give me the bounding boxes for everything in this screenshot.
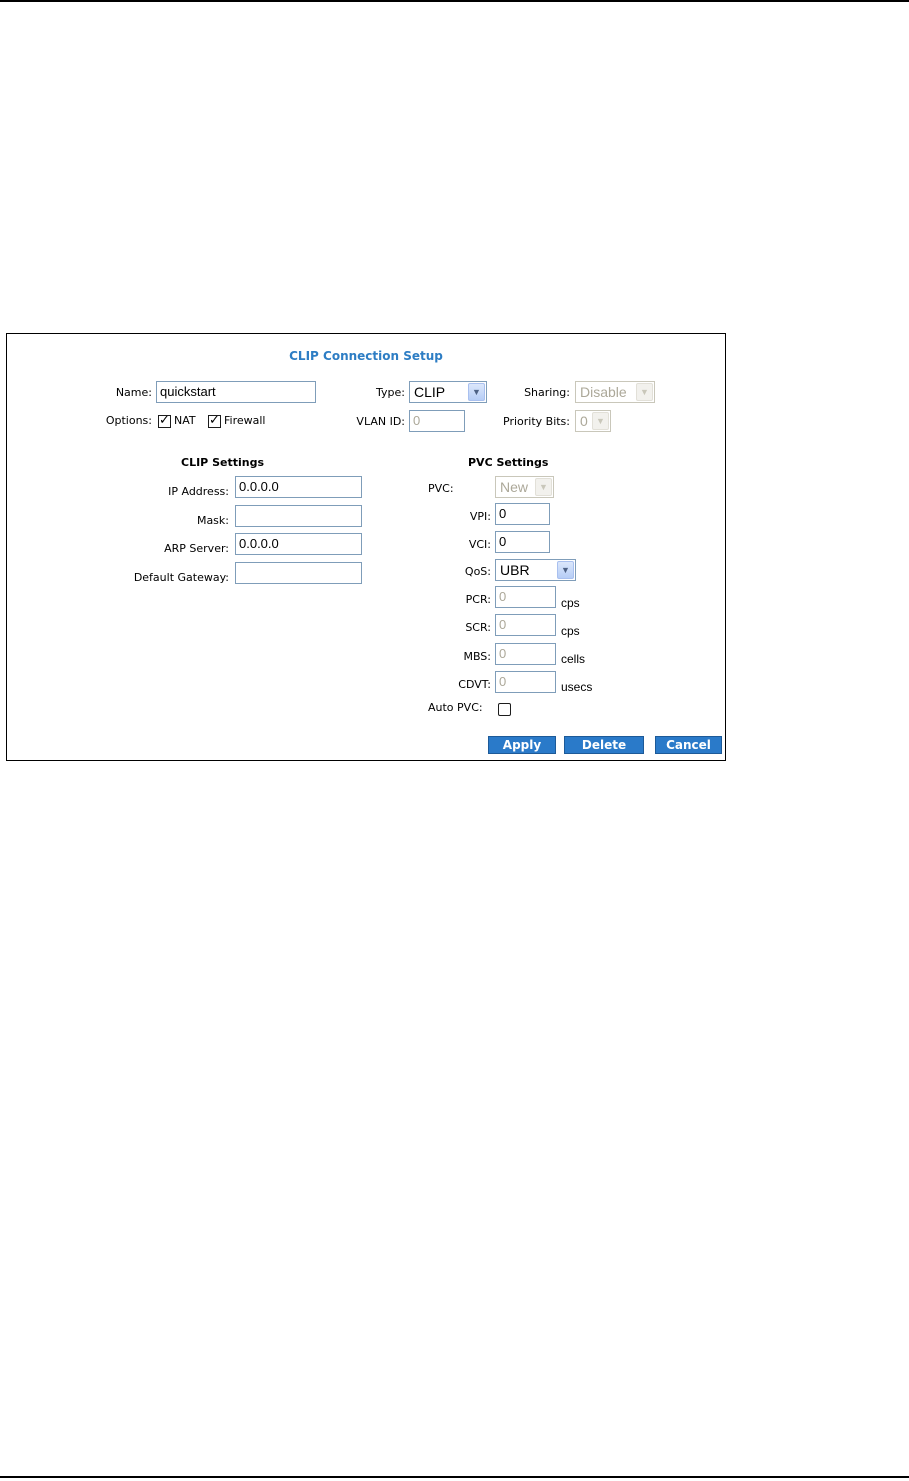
chevron-down-icon: ▼	[468, 383, 485, 401]
checkmark-icon: ✓	[159, 413, 170, 428]
panel-title: CLIP Connection Setup	[289, 349, 443, 363]
scr-label: SCR:	[465, 621, 491, 634]
default-gateway-label: Default Gateway:	[133, 571, 229, 584]
mbs-input[interactable]: 0	[495, 643, 556, 665]
name-input[interactable]: quickstart	[156, 381, 316, 403]
cdvt-label: CDVT:	[458, 678, 491, 691]
scr-input[interactable]: 0	[495, 614, 556, 636]
pvc-label: PVC:	[428, 482, 454, 495]
clip-connection-setup-panel: CLIP Connection Setup Name: quickstart T…	[6, 333, 726, 761]
qos-select[interactable]: UBR ▼	[495, 559, 576, 581]
apply-button[interactable]: Apply	[488, 736, 556, 754]
vlan-id-input[interactable]: 0	[409, 410, 465, 432]
sharing-label: Sharing:	[524, 386, 570, 399]
type-label: Type:	[376, 386, 405, 399]
type-select-value: CLIP	[414, 384, 446, 400]
mbs-unit: cells	[561, 652, 586, 666]
mask-label: Mask:	[196, 514, 229, 527]
arp-server-input[interactable]: 0.0.0.0	[235, 533, 362, 555]
pcr-label: PCR:	[465, 593, 491, 606]
qos-select-value: UBR	[500, 562, 530, 578]
qos-label: QoS:	[464, 565, 491, 578]
priority-bits-select-value: 0	[580, 413, 588, 429]
priority-bits-select[interactable]: 0 ▼	[575, 410, 611, 432]
pvc-select-value: New	[500, 479, 529, 495]
ip-address-label: IP Address:	[168, 485, 229, 498]
chevron-down-icon: ▼	[636, 383, 653, 401]
vpi-label: VPI:	[469, 510, 491, 523]
sharing-select[interactable]: Disable ▼	[575, 381, 655, 403]
pcr-unit: cps	[561, 596, 580, 610]
page-top-rule	[0, 0, 909, 2]
firewall-checkbox[interactable]: ✓	[208, 413, 221, 428]
pvc-settings-heading: PVC Settings	[468, 456, 549, 469]
nat-label: NAT	[174, 414, 196, 427]
ip-address-input[interactable]: 0.0.0.0	[235, 476, 362, 498]
sharing-select-value: Disable	[580, 384, 627, 400]
vci-input[interactable]: 0	[495, 531, 550, 553]
mask-input[interactable]	[235, 505, 362, 527]
cdvt-unit: usecs	[561, 680, 593, 694]
arp-server-label: ARP Server:	[164, 542, 229, 555]
checkmark-icon: ✓	[209, 413, 220, 428]
type-select[interactable]: CLIP ▼	[409, 381, 487, 403]
auto-pvc-label: Auto PVC:	[428, 701, 483, 714]
chevron-down-icon: ▼	[592, 412, 609, 430]
firewall-label: Firewall	[224, 414, 266, 427]
nat-checkbox[interactable]: ✓	[158, 413, 171, 428]
vlan-id-label: VLAN ID:	[356, 415, 405, 428]
auto-pvc-checkbox[interactable]	[498, 703, 511, 716]
vpi-input[interactable]: 0	[495, 503, 550, 525]
clip-settings-heading: CLIP Settings	[181, 456, 264, 469]
vci-label: VCI:	[468, 538, 491, 551]
delete-button[interactable]: Delete	[564, 736, 644, 754]
priority-bits-label: Priority Bits:	[503, 415, 570, 428]
name-label: Name:	[115, 386, 152, 399]
pvc-select[interactable]: New ▼	[495, 476, 554, 498]
page-bottom-rule	[0, 1476, 909, 1478]
default-gateway-input[interactable]	[235, 562, 362, 584]
pcr-input[interactable]: 0	[495, 586, 556, 608]
mbs-label: MBS:	[463, 650, 491, 663]
chevron-down-icon: ▼	[557, 561, 574, 579]
cancel-button[interactable]: Cancel	[655, 736, 722, 754]
chevron-down-icon: ▼	[535, 478, 552, 496]
scr-unit: cps	[561, 624, 580, 638]
cdvt-input[interactable]: 0	[495, 671, 556, 693]
options-label: Options:	[105, 414, 152, 427]
